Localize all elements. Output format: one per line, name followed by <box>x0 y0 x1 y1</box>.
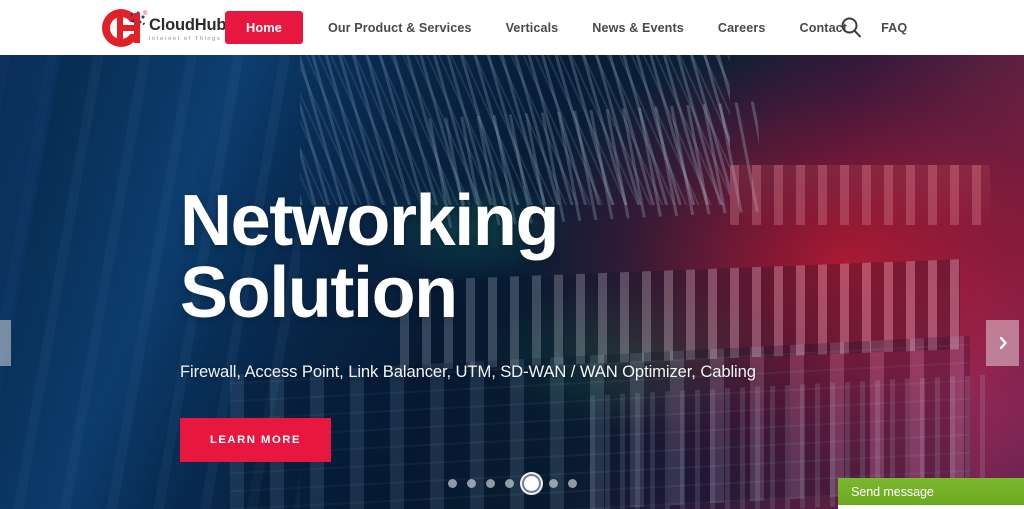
hero-title-line-2: Solution <box>180 253 458 333</box>
hero-content: Networking Solution Firewall, Access Poi… <box>180 55 1000 462</box>
hero-title: Networking Solution <box>180 55 1000 329</box>
logo-h-crossbar <box>117 25 140 31</box>
nav-item-faq[interactable]: FAQ <box>864 21 924 35</box>
hero-slider: Networking Solution Firewall, Access Poi… <box>0 55 1024 509</box>
carousel-prev-button[interactable] <box>0 320 11 366</box>
nav-item-our-product-and-services[interactable]: Our Product & Services <box>311 21 489 35</box>
logo-text-block: CloudHub Internet of Things <box>149 13 226 44</box>
carousel-dot-4[interactable] <box>504 479 514 488</box>
site-header: ® CloudHub Internet of Things Home Our P… <box>0 0 1024 55</box>
chevron-left-icon <box>0 335 1 351</box>
nav-item-verticals[interactable]: Verticals <box>489 21 576 35</box>
search-icon[interactable] <box>838 15 864 41</box>
carousel-next-button[interactable] <box>986 320 1019 366</box>
logo-trademark: ® <box>143 11 148 17</box>
chat-widget-footer <box>838 505 1024 509</box>
chat-widget: Send message <box>838 478 1024 509</box>
site-logo[interactable]: ® CloudHub Internet of Things <box>101 6 226 50</box>
main-navigation: Home Our Product & Services Verticals Ne… <box>225 0 924 55</box>
carousel-dot-1[interactable] <box>447 479 457 488</box>
carousel-dot-5[interactable] <box>523 476 539 491</box>
logo-name: CloudHub <box>149 15 227 34</box>
nav-item-news-and-events[interactable]: News & Events <box>575 21 701 35</box>
logo-tagline: Internet of Things <box>149 35 222 42</box>
hero-title-line-1: Networking <box>180 181 559 261</box>
carousel-dot-3[interactable] <box>485 479 495 488</box>
carousel-dot-7[interactable] <box>567 479 577 488</box>
nav-item-careers[interactable]: Careers <box>701 21 783 35</box>
nav-item-home[interactable]: Home <box>225 11 303 44</box>
hero-subtitle: Firewall, Access Point, Link Balancer, U… <box>180 362 756 381</box>
logo-h-shape <box>117 13 142 43</box>
learn-more-button[interactable]: LEARN MORE <box>180 418 331 462</box>
carousel-dot-6[interactable] <box>548 479 558 488</box>
carousel-dot-2[interactable] <box>466 479 476 488</box>
chevron-right-icon <box>999 336 1007 350</box>
cloudhub-logo-icon: ® <box>101 7 148 49</box>
send-message-button[interactable]: Send message <box>838 478 1024 505</box>
send-message-label: Send message <box>851 484 934 499</box>
